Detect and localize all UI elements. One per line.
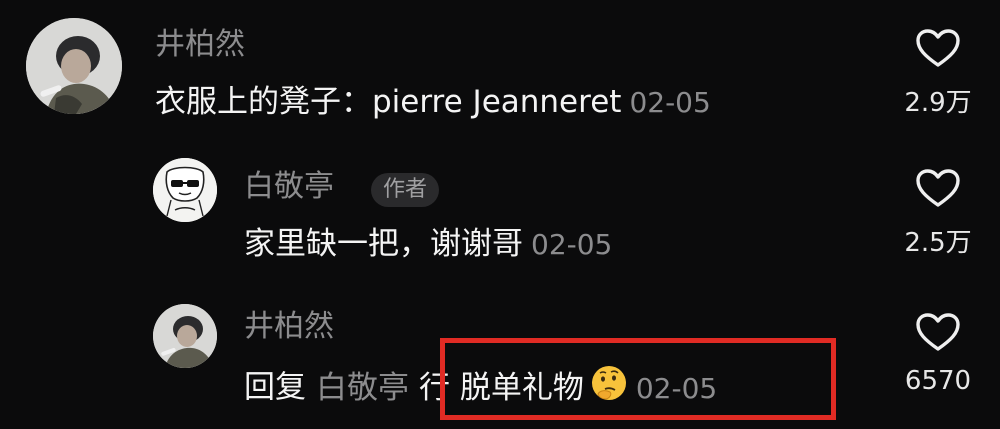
highlight-box [440, 338, 836, 420]
reply-target-username[interactable]: 白敬亭 [316, 370, 409, 406]
heart-outline-icon[interactable] [915, 28, 961, 68]
comment-item: 白敬亭 作者 家里缺一把，谢谢哥 02-05 2.5万 [0, 140, 1000, 290]
comment-username[interactable]: 井柏然 [155, 30, 245, 60]
comment-item: 井柏然 衣服上的凳子：pierre Jeanneret 02-05 2.9万 [0, 0, 1000, 140]
avatar-photo-icon [26, 18, 122, 114]
heart-outline-icon[interactable] [915, 168, 961, 208]
avatar[interactable] [153, 304, 217, 368]
heart-outline-icon[interactable] [915, 312, 961, 352]
comment-text: 衣服上的凳子：pierre Jeanneret [155, 84, 622, 120]
comment-body: 家里缺一把，谢谢哥 02-05 [244, 229, 612, 260]
avatar-cartoon-icon [153, 158, 217, 222]
comment-body: 衣服上的凳子：pierre Jeanneret 02-05 [155, 87, 711, 118]
like-count: 2.9万 [904, 88, 972, 118]
like-count: 2.5万 [904, 228, 972, 258]
like-button[interactable]: 2.5万 [893, 168, 983, 259]
like-count: 6570 [904, 366, 972, 396]
author-badge: 作者 [371, 173, 440, 207]
avatar[interactable] [153, 158, 217, 222]
comment-date: 02-05 [531, 228, 613, 261]
reply-prefix: 回复 [244, 369, 306, 406]
avatar[interactable] [26, 18, 122, 114]
comment-text: 家里缺一把，谢谢哥 [244, 226, 523, 262]
comment-username[interactable]: 井柏然 [244, 312, 334, 342]
like-button[interactable]: 6570 [893, 312, 983, 396]
comment-date: 02-05 [629, 86, 711, 119]
like-button[interactable]: 2.9万 [893, 28, 983, 119]
comment-username[interactable]: 白敬亭 [244, 172, 334, 202]
avatar-photo-icon [153, 304, 217, 368]
